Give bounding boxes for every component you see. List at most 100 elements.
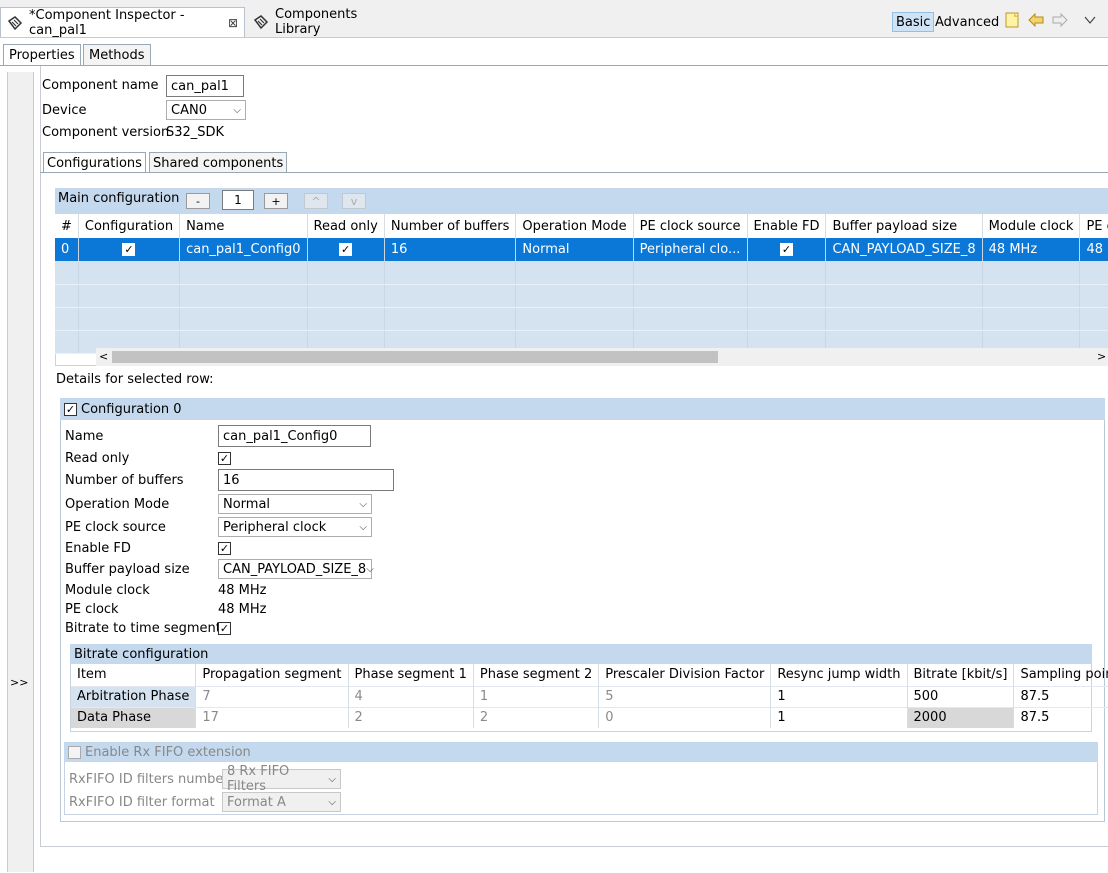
operation-mode-value: Normal	[223, 496, 271, 512]
scroll-left-icon[interactable]: <	[99, 350, 108, 363]
rxfifo-checkbox[interactable]	[68, 745, 81, 759]
move-down-button[interactable]: v	[342, 193, 366, 209]
column-header[interactable]: PE clock	[1079, 214, 1108, 238]
expand-panel-button[interactable]: >>	[10, 676, 28, 689]
view-menu-icon[interactable]	[1082, 12, 1098, 28]
column-header[interactable]: Operation Mode	[515, 214, 634, 238]
table-row	[55, 307, 1108, 331]
module-clock-cell: 48 MHz	[982, 238, 1081, 261]
table-cell[interactable]: 87.5	[1013, 685, 1108, 707]
table-row[interactable]: Data Phase 17 2 2 0 1 2000 87.5	[71, 706, 1108, 728]
chevron-down-icon: ⌵	[359, 498, 367, 510]
chevron-down-icon: ⌵	[359, 521, 367, 533]
component-name-field[interactable]: can_pal1	[166, 75, 244, 97]
column-header[interactable]: Prescaler Division Factor	[598, 664, 772, 686]
column-header[interactable]: Phase segment 2	[473, 664, 600, 686]
column-header[interactable]: #	[55, 214, 79, 238]
column-header[interactable]: Resync jump width	[770, 664, 908, 686]
configuration-checkbox[interactable]: ✓	[122, 243, 136, 256]
table-cell[interactable]: 2000	[907, 706, 1015, 728]
read-only-checkbox[interactable]: ✓	[339, 243, 353, 256]
table-cell[interactable]: 87.5	[1013, 706, 1108, 728]
buffers-cell[interactable]: 16	[384, 238, 517, 261]
tab-shared-components[interactable]: Shared components	[149, 152, 288, 173]
item-cell: Arbitration Phase	[71, 685, 197, 707]
column-header[interactable]: Module clock	[982, 214, 1081, 238]
tab-properties[interactable]: Properties	[3, 44, 81, 66]
tab-configurations[interactable]: Configurations	[43, 152, 146, 173]
column-header[interactable]: Buffer payload size	[825, 214, 983, 238]
remove-row-button[interactable]: -	[186, 193, 210, 209]
rxfifo-filters-select[interactable]: 8 Rx FIFO Filters ⌵	[222, 764, 341, 794]
column-header[interactable]: Read only	[307, 214, 385, 238]
column-header[interactable]: Phase segment 1	[348, 664, 474, 686]
bitrate-segments-checkbox[interactable]: ✓	[218, 622, 231, 635]
rxfifo-format-select[interactable]: Format A ⌵	[222, 792, 341, 812]
tab-component-inspector[interactable]: *Component Inspector - can_pal1 ⊠	[0, 7, 245, 38]
tab-components-library[interactable]: Components Library	[247, 7, 407, 37]
read-only-checkbox[interactable]: ✓	[218, 452, 231, 465]
enable-fd-checkbox[interactable]: ✓	[780, 243, 793, 256]
configuration-cell[interactable]: ✓	[78, 238, 181, 261]
column-header[interactable]: Configuration	[78, 214, 181, 238]
column-header[interactable]: Bitrate [kbit/s]	[907, 664, 1015, 686]
configuration-count-field[interactable]: 1	[222, 190, 254, 210]
buffers-field[interactable]: 16	[218, 469, 394, 491]
name-cell[interactable]: can_pal1_Config0	[179, 238, 308, 261]
details-label: Details for selected row:	[56, 372, 214, 387]
close-icon[interactable]: ⊠	[228, 16, 238, 30]
column-header[interactable]: Sampling point [%]	[1013, 664, 1108, 686]
column-header[interactable]: Number of buffers	[384, 214, 517, 238]
note-icon[interactable]	[1004, 12, 1020, 28]
chevron-down-icon: ⌵	[328, 773, 336, 785]
configuration-enabled-checkbox[interactable]: ✓	[64, 402, 77, 416]
buffers-label: Number of buffers	[65, 473, 184, 488]
payload-size-select[interactable]: CAN_PAYLOAD_SIZE_8 ⌵	[218, 559, 374, 579]
tab-inspector-label: *Component Inspector - can_pal1	[29, 7, 185, 38]
enable-fd-cell[interactable]: ✓	[747, 238, 827, 261]
component-version-label: Component version	[42, 125, 170, 140]
scroll-right-icon[interactable]: >	[1097, 350, 1106, 363]
table-row[interactable]: Arbitration Phase 7 4 1 5 1 500 87.5	[71, 685, 1108, 707]
back-arrow-icon[interactable]	[1028, 12, 1044, 28]
scrollbar-thumb[interactable]	[112, 351, 718, 363]
pe-clock-source-cell[interactable]: Peripheral clo...	[633, 238, 748, 261]
component-version-value: S32_SDK	[166, 125, 225, 140]
tab-methods[interactable]: Methods	[83, 44, 151, 66]
table-cell[interactable]: 500	[907, 685, 1015, 707]
configuration-details-title: Configuration 0	[81, 401, 182, 417]
forward-arrow-icon[interactable]	[1052, 12, 1068, 28]
tab-library-label: Components Library	[275, 7, 358, 37]
column-header[interactable]: Propagation segment	[195, 664, 349, 686]
table-cell[interactable]: 1	[770, 685, 908, 707]
pe-clock-value: 48 MHz	[218, 602, 267, 617]
configurations-table: # Configuration Name Read only Number of…	[55, 214, 1108, 354]
column-header[interactable]: Name	[179, 214, 308, 238]
name-field[interactable]: can_pal1_Config0	[218, 425, 371, 447]
name-label: Name	[65, 429, 104, 444]
table-row[interactable]: 0 ✓ can_pal1_Config0 ✓ 16 Normal Periphe…	[55, 238, 1108, 261]
column-header[interactable]: Enable FD	[747, 214, 827, 238]
column-header[interactable]: PE clock source	[633, 214, 748, 238]
table-cell: 2	[473, 706, 600, 728]
column-header[interactable]: Item	[71, 664, 197, 686]
rxfifo-format-value: Format A	[227, 794, 286, 810]
collapsed-side-panel[interactable]	[7, 72, 34, 872]
read-only-cell[interactable]: ✓	[307, 238, 385, 261]
move-up-button[interactable]: ^	[304, 193, 328, 209]
component-icon	[253, 14, 269, 30]
pe-clock-label: PE clock	[65, 602, 119, 617]
basic-mode-button[interactable]: Basic	[892, 12, 935, 32]
operation-mode-select[interactable]: Normal ⌵	[218, 494, 372, 514]
enable-fd-checkbox[interactable]: ✓	[218, 542, 231, 555]
add-row-button[interactable]: +	[264, 193, 288, 209]
device-select[interactable]: CAN0 ⌵	[166, 100, 246, 120]
pe-clock-source-select[interactable]: Peripheral clock ⌵	[218, 517, 372, 537]
advanced-mode-button[interactable]: Advanced	[932, 12, 1002, 32]
table-cell[interactable]: 1	[770, 706, 908, 728]
operation-mode-label: Operation Mode	[65, 497, 170, 512]
row-index-cell[interactable]: 0	[55, 238, 79, 261]
read-only-label: Read only	[65, 451, 130, 466]
payload-size-cell[interactable]: CAN_PAYLOAD_SIZE_8	[825, 238, 983, 261]
operation-mode-cell[interactable]: Normal	[515, 238, 634, 261]
